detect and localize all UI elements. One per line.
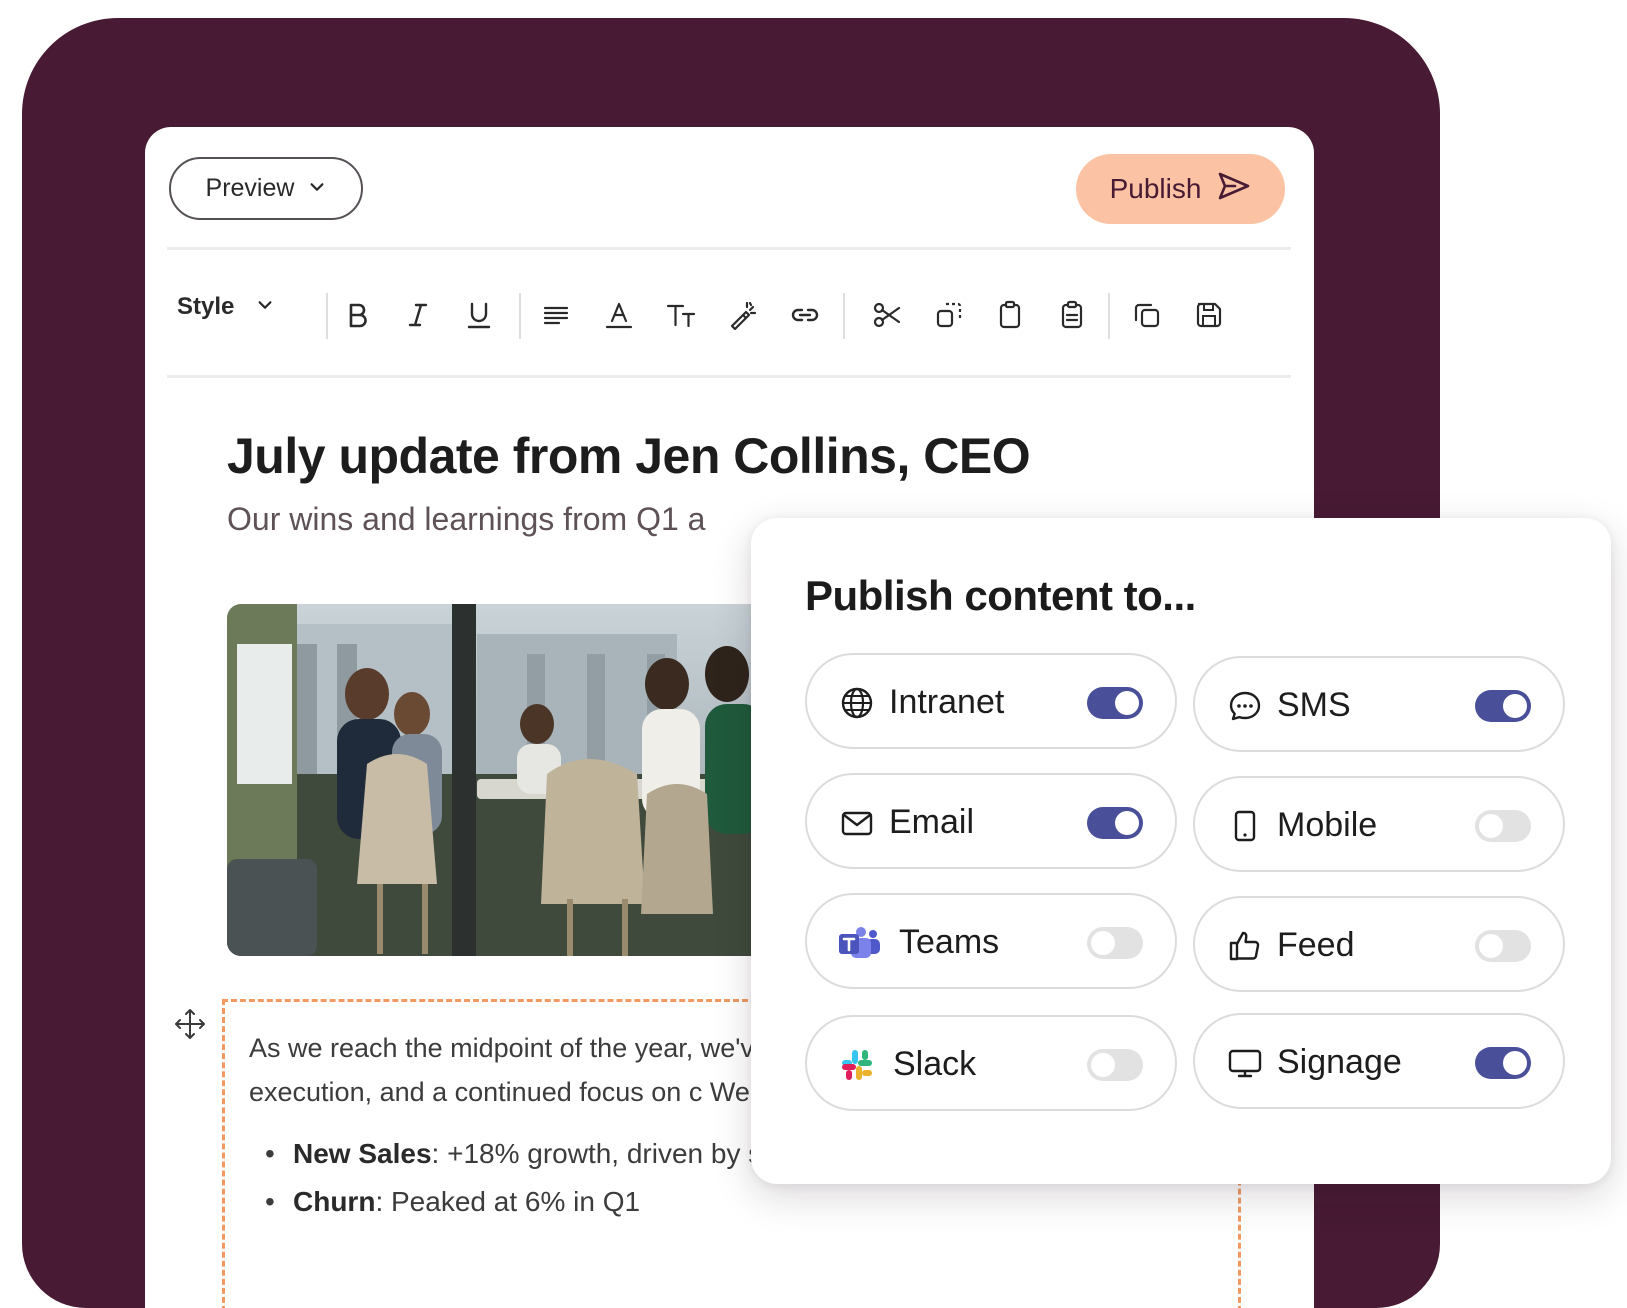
save-icon[interactable] — [1189, 295, 1229, 335]
chevron-down-icon — [256, 293, 274, 321]
sms-toggle[interactable] — [1475, 690, 1531, 722]
preview-label: Preview — [205, 174, 295, 202]
bullet-text: : Peaked at 6% in Q1 — [375, 1186, 641, 1217]
list-item[interactable]: Churn: Peaked at 6% in Q1 — [249, 1178, 1216, 1226]
style-dropdown[interactable]: Style — [177, 293, 274, 321]
channel-label: Intranet — [889, 683, 1005, 721]
toolbar-divider — [167, 375, 1291, 378]
topbar-divider — [167, 247, 1291, 250]
move-handle-icon[interactable] — [173, 1007, 207, 1041]
duplicate-icon[interactable] — [1127, 295, 1167, 335]
toolbar-separator — [519, 293, 521, 339]
send-icon — [1217, 171, 1251, 208]
toolbar-separator — [843, 293, 845, 339]
phone-icon — [1227, 808, 1263, 844]
chat-bubble-icon — [1227, 688, 1263, 724]
channel-label: Email — [889, 803, 975, 841]
channel-slack[interactable]: Slack — [805, 1015, 1177, 1111]
bullet-label: New Sales — [293, 1138, 432, 1169]
scissors-icon[interactable] — [867, 295, 907, 335]
align-icon[interactable] — [536, 295, 576, 335]
channel-sms[interactable]: SMS — [1193, 656, 1565, 752]
magic-wand-icon[interactable] — [723, 295, 763, 335]
chevron-down-icon — [308, 174, 326, 203]
italic-icon[interactable] — [398, 295, 438, 335]
publish-label: Publish — [1109, 173, 1202, 204]
channel-label: SMS — [1277, 686, 1351, 724]
bullet-label: Churn — [293, 1186, 376, 1217]
channel-label: Mobile — [1277, 806, 1378, 844]
channel-label: Slack — [893, 1045, 977, 1083]
link-icon[interactable] — [785, 295, 825, 335]
intranet-toggle[interactable] — [1087, 687, 1143, 719]
email-toggle[interactable] — [1087, 807, 1143, 839]
feed-toggle[interactable] — [1475, 930, 1531, 962]
toolbar-separator — [326, 293, 328, 339]
channel-intranet[interactable]: Intranet — [805, 653, 1177, 749]
mobile-toggle[interactable] — [1475, 810, 1531, 842]
signage-toggle[interactable] — [1475, 1047, 1531, 1079]
thumbs-up-icon — [1227, 928, 1263, 964]
style-label: Style — [177, 293, 235, 320]
editor-topbar: Preview Publish — [145, 127, 1314, 249]
font-size-icon[interactable] — [661, 295, 701, 335]
publish-panel-title: Publish content to... — [805, 572, 1196, 619]
channel-mobile[interactable]: Mobile — [1193, 776, 1565, 872]
channel-signage[interactable]: Signage — [1193, 1013, 1565, 1109]
stage: Preview Publish Style July update from J… — [0, 0, 1627, 1308]
toolbar-separator — [1108, 293, 1110, 339]
globe-icon — [839, 685, 875, 721]
teams-logo-icon — [837, 925, 881, 961]
publish-panel: Publish content to... Intranet SMS Email — [751, 518, 1611, 1184]
format-toolbar: Style — [145, 255, 1314, 375]
document-title[interactable]: July update from Jen Collins, CEO — [227, 427, 1031, 485]
publish-button[interactable]: Publish — [1076, 154, 1285, 224]
meeting-photo[interactable] — [227, 604, 787, 956]
document-subtitle[interactable]: Our wins and learnings from Q1 a — [227, 501, 705, 538]
channel-feed[interactable]: Feed — [1193, 896, 1565, 992]
bold-icon[interactable] — [337, 295, 377, 335]
copy-frame-icon[interactable] — [929, 295, 969, 335]
channel-email[interactable]: Email — [805, 773, 1177, 869]
channel-label: Signage — [1277, 1043, 1402, 1081]
channel-label: Teams — [899, 923, 1000, 961]
teams-toggle[interactable] — [1087, 927, 1143, 959]
clipboard-list-icon[interactable] — [1052, 295, 1092, 335]
channel-label: Feed — [1277, 926, 1355, 964]
slack-logo-icon — [839, 1047, 875, 1083]
clipboard-icon[interactable] — [990, 295, 1030, 335]
envelope-icon — [839, 805, 875, 841]
slack-toggle[interactable] — [1087, 1049, 1143, 1081]
text-color-icon[interactable] — [599, 295, 639, 335]
underline-icon[interactable] — [459, 295, 499, 335]
monitor-icon — [1227, 1045, 1263, 1081]
channel-teams[interactable]: Teams — [805, 893, 1177, 989]
preview-dropdown[interactable]: Preview — [169, 157, 363, 220]
